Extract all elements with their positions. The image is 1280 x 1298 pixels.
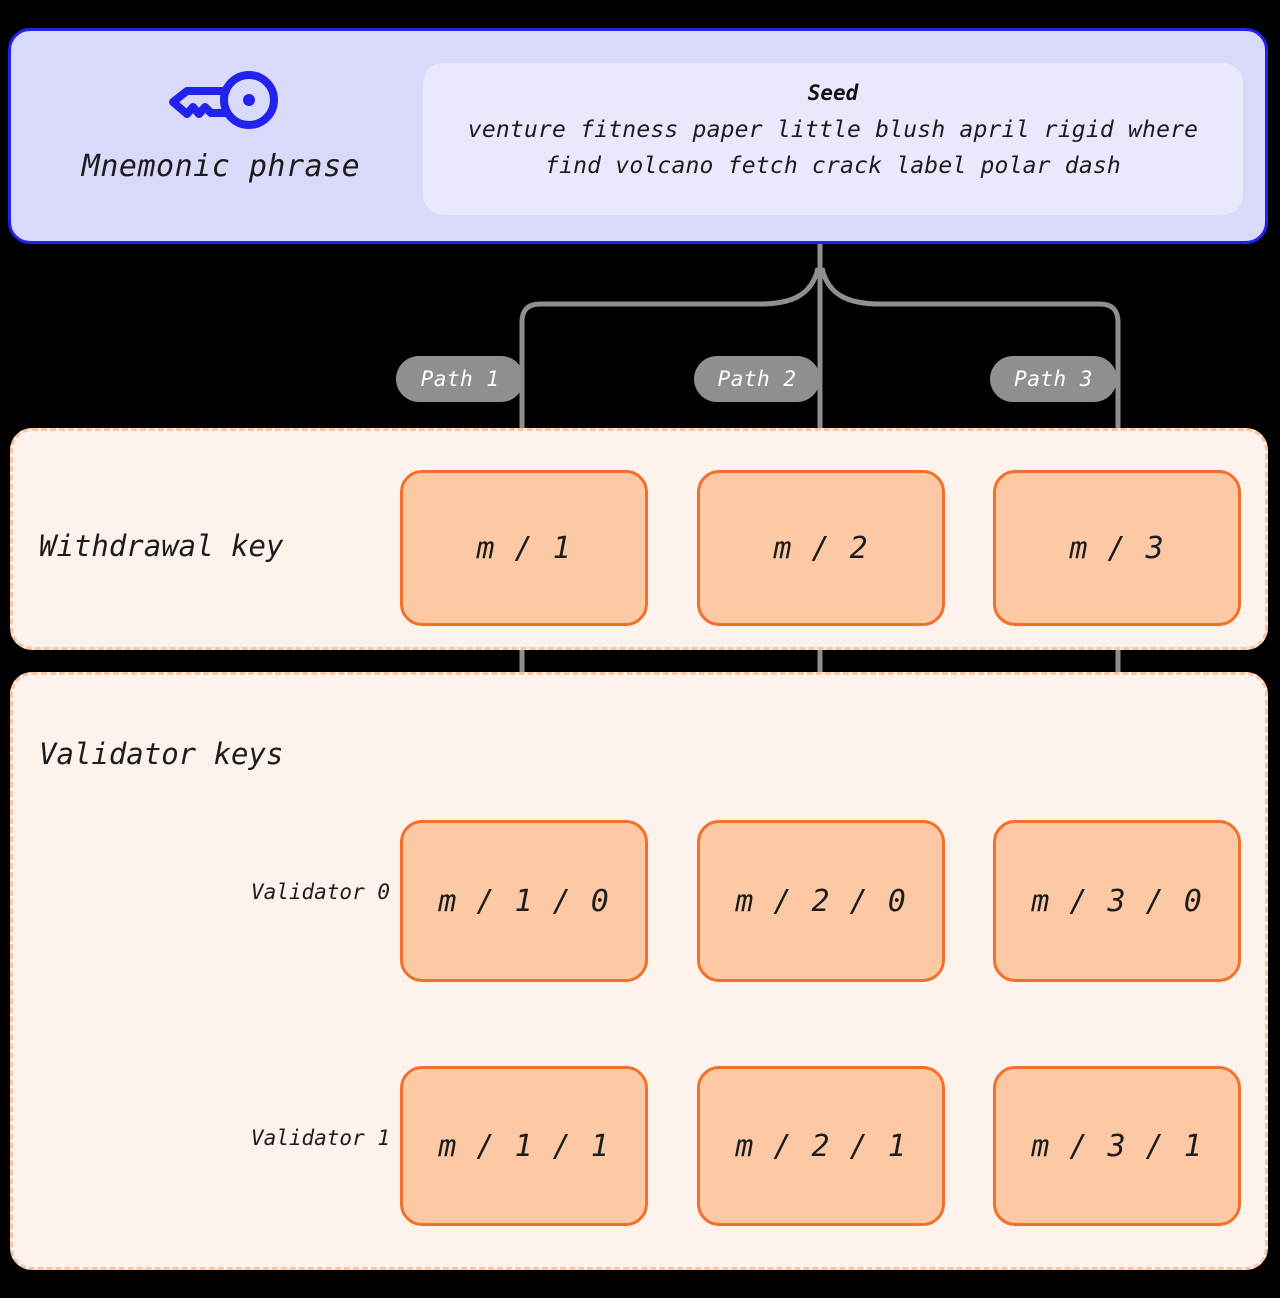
path-label-3: Path 3 <box>990 356 1117 402</box>
validator-key-label-1-3: m / 3 / 1 <box>1031 1128 1203 1164</box>
validator-key-label-0-3: m / 3 / 0 <box>1031 883 1203 919</box>
seed-title: Seed <box>807 81 859 105</box>
validator-key-label-0-2: m / 2 / 0 <box>735 883 907 919</box>
key-icon <box>169 70 278 130</box>
validator-key-box-1-2: m / 2 / 1 <box>697 1066 945 1226</box>
validator-key-box-0-1: m / 1 / 0 <box>400 820 648 982</box>
mnemonic-identity: Mnemonic phrase <box>31 69 411 184</box>
withdrawal-key-title: Withdrawal key <box>39 529 284 563</box>
path-label-1: Path 1 <box>396 356 524 402</box>
validator-keys-title: Validator keys <box>39 737 284 771</box>
mnemonic-phrase-label: Mnemonic phrase <box>81 149 361 184</box>
seed-box: Seed venture fitness paper little blush … <box>423 63 1243 215</box>
diagram-canvas: Mnemonic phrase Seed venture fitness pap… <box>0 0 1280 1298</box>
validator-key-box-1-1: m / 1 / 1 <box>400 1066 648 1226</box>
path-label-2: Path 2 <box>694 356 820 402</box>
withdrawal-key-box-1: m / 1 <box>400 470 648 626</box>
withdrawal-key-label-3: m / 3 <box>1069 530 1165 566</box>
validator-key-label-1-2: m / 2 / 1 <box>735 1128 907 1164</box>
validator-key-box-0-2: m / 2 / 0 <box>697 820 945 982</box>
withdrawal-key-label-1: m / 1 <box>476 530 572 566</box>
validator-key-box-0-3: m / 3 / 0 <box>993 820 1241 982</box>
withdrawal-key-box-3: m / 3 <box>993 470 1241 626</box>
validator-row-label-1: Validator 1 <box>250 1126 390 1150</box>
seed-words-line-2: find volcano fetch crack label polar das… <box>545 152 1121 179</box>
withdrawal-key-box-2: m / 2 <box>697 470 945 626</box>
validator-key-label-0-1: m / 1 / 0 <box>438 883 610 919</box>
mnemonic-phrase-panel: Mnemonic phrase Seed venture fitness pap… <box>8 28 1268 244</box>
withdrawal-key-label-2: m / 2 <box>773 530 869 566</box>
seed-words-line-1: venture fitness paper little blush april… <box>467 117 1199 143</box>
validator-row-label-0: Validator 0 <box>250 880 390 904</box>
validator-key-box-1-3: m / 3 / 1 <box>993 1066 1241 1226</box>
validator-key-label-1-1: m / 1 / 1 <box>438 1128 610 1164</box>
